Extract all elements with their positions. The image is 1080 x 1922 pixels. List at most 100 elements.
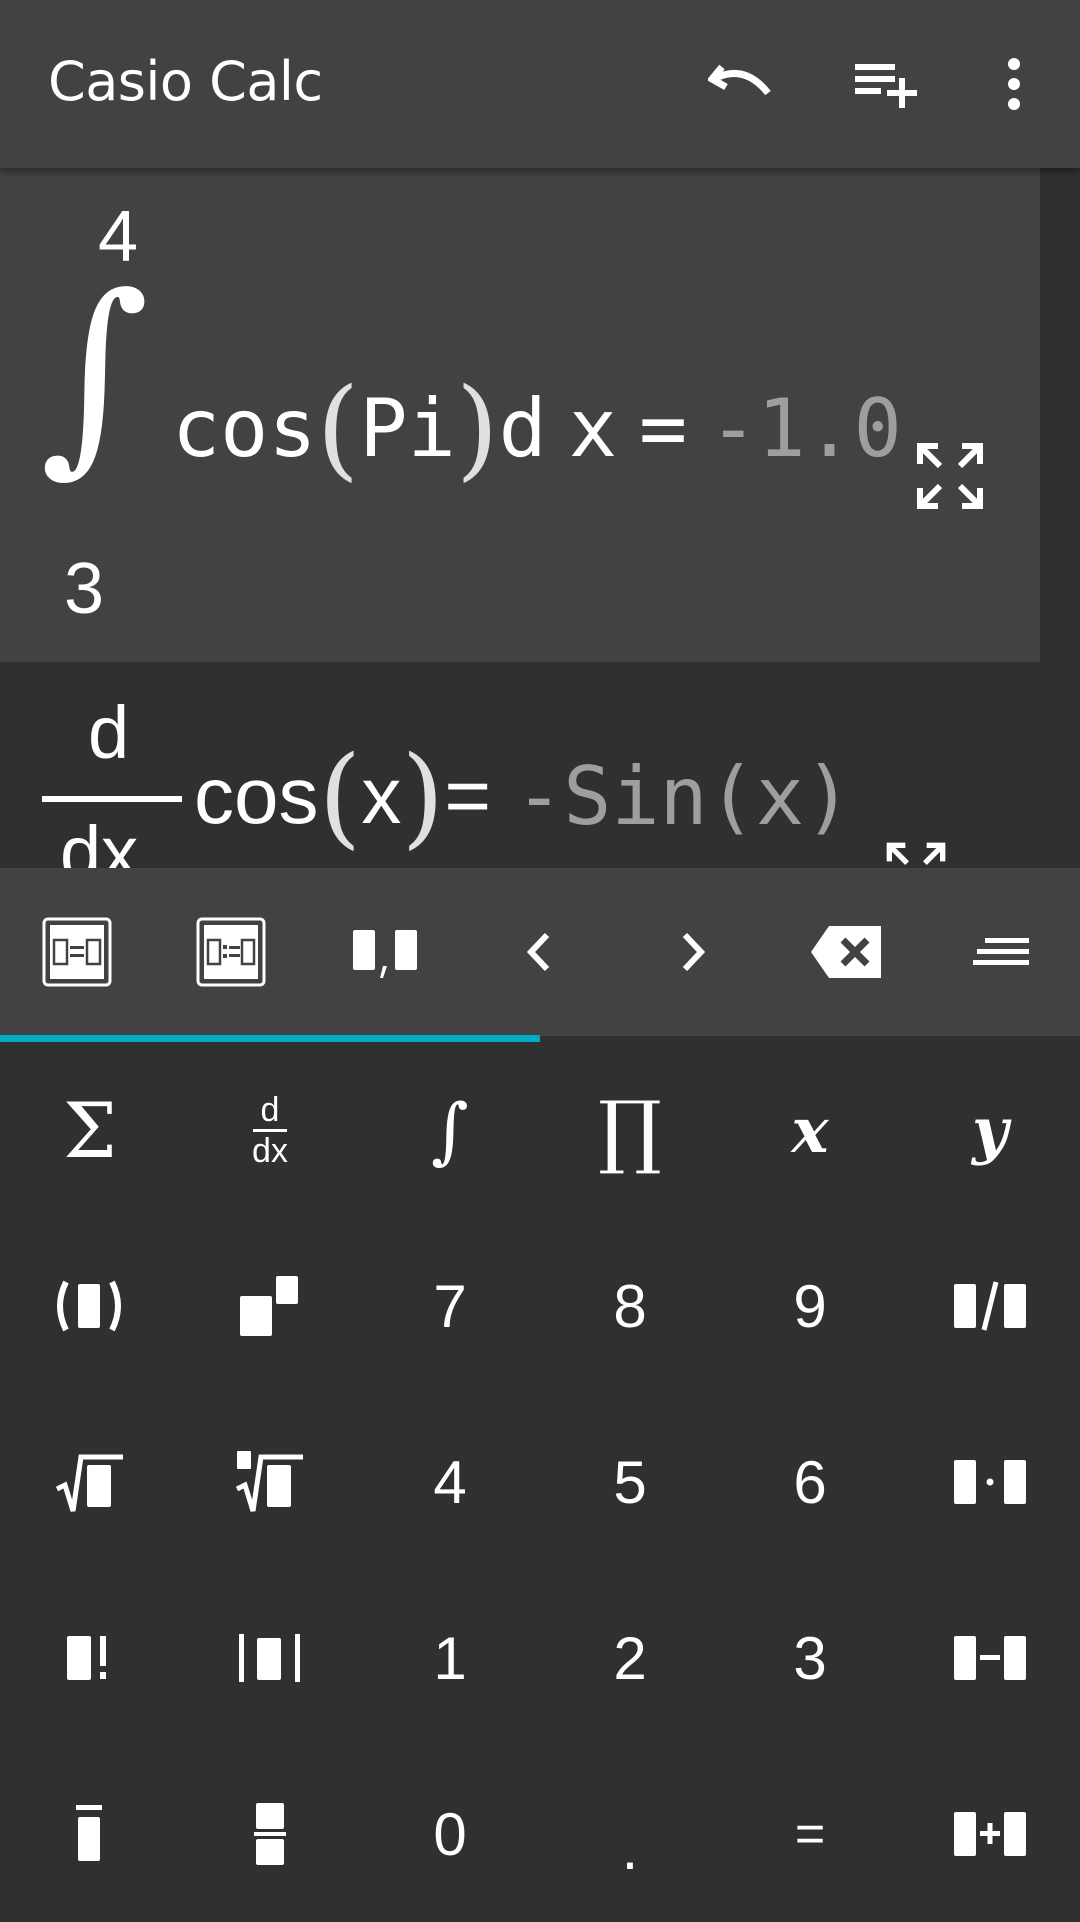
key-derivative[interactable]: d dx (180, 1042, 360, 1218)
digit-5: 5 (613, 1448, 647, 1516)
derivative-function: cos (194, 751, 319, 840)
key-equals[interactable]: = (720, 1746, 900, 1922)
multiply-icon (954, 1460, 1026, 1504)
equals-sign: = (444, 751, 492, 840)
product-symbol: ∏ (598, 1083, 662, 1177)
derivative-top: d (260, 1090, 280, 1129)
key-subtract[interactable] (900, 1570, 1080, 1746)
integral-sign: ∫ (40, 250, 150, 495)
key-4[interactable]: 4 (360, 1394, 540, 1570)
playlist-add-icon (855, 64, 917, 108)
key-parentheses[interactable] (0, 1218, 180, 1394)
cursor-left-button[interactable] (462, 868, 616, 1036)
key-integral[interactable]: ∫ (360, 1042, 540, 1218)
solve-equation-icon (42, 917, 112, 987)
key-7[interactable]: 7 (360, 1218, 540, 1394)
key-fraction[interactable] (180, 1746, 360, 1922)
integral-lower-limit: 3 (64, 549, 105, 629)
expand-button[interactable] (914, 440, 986, 512)
key-3[interactable]: 3 (720, 1570, 900, 1746)
parentheses-icon (57, 1280, 121, 1332)
key-product[interactable]: ∏ (540, 1042, 720, 1218)
define-equation-icon (196, 917, 266, 987)
history-list[interactable]: 4 ∫ 3 cos ( Pi ) d x = -1.0 d dx cos (x… (0, 168, 1080, 868)
factorial-icon (67, 1636, 106, 1680)
equals-sign: = (639, 381, 688, 475)
history-entry-derivative[interactable]: d dx cos ( x ) = -Sin(x) (0, 662, 1080, 868)
equals-symbol: = (794, 1805, 826, 1863)
app-title: Casio Calc (48, 50, 323, 113)
editor-toolbar (0, 868, 1080, 1036)
comma-button[interactable] (308, 868, 462, 1036)
more-vert-icon (1008, 58, 1020, 110)
derivative-symbol: d dx (252, 1093, 288, 1168)
digit-8: 8 (613, 1272, 647, 1340)
define-equation-button[interactable] (154, 868, 308, 1036)
key-2[interactable]: 2 (540, 1570, 720, 1746)
key-y[interactable]: y (900, 1042, 1080, 1218)
integrand-argument: Pi (359, 381, 456, 475)
derivative-result: -Sin(x) (515, 749, 853, 843)
key-divide[interactable] (900, 1218, 1080, 1394)
add-icon (954, 1812, 1026, 1856)
derivative-expression: cos ( x ) = -Sin(x) (194, 732, 853, 860)
key-dot[interactable]: . (540, 1746, 720, 1922)
backspace-button[interactable] (770, 868, 924, 1036)
digit-1: 1 (433, 1624, 467, 1692)
divide-icon (954, 1281, 1026, 1331)
integral-result: -1.0 (709, 381, 902, 475)
digit-6: 6 (793, 1448, 827, 1516)
key-multiply[interactable] (900, 1394, 1080, 1570)
history-entry-integral[interactable]: 4 ∫ 3 cos ( Pi ) d x = -1.0 (0, 168, 1040, 662)
add-line-button[interactable] (846, 44, 926, 124)
derivative-numerator: d (88, 691, 130, 774)
fraction-icon (254, 1803, 286, 1865)
absolute-value-icon (239, 1634, 300, 1682)
derivative-denominator: dx (60, 811, 139, 868)
key-absolute[interactable] (180, 1570, 360, 1746)
cursor-left-icon (526, 932, 550, 972)
decimal-point: . (621, 1814, 639, 1882)
power-icon (240, 1276, 298, 1336)
subtract-icon (954, 1636, 1026, 1680)
key-sqrt[interactable] (0, 1394, 180, 1570)
differential-var: x (568, 381, 618, 475)
x-variable: x (791, 1093, 829, 1167)
key-sum[interactable]: Σ (0, 1042, 180, 1218)
expand-icon (917, 443, 983, 509)
expand-button[interactable] (884, 840, 948, 868)
keypad: Σ d dx ∫ ∏ x y 7 8 9 4 5 6 1 2 3 0 . = (0, 1042, 1080, 1920)
key-9[interactable]: 9 (720, 1218, 900, 1394)
key-x[interactable]: x (720, 1042, 900, 1218)
nth-root-icon (235, 1451, 303, 1512)
key-6[interactable]: 6 (720, 1394, 900, 1570)
key-8[interactable]: 8 (540, 1218, 720, 1394)
key-power[interactable] (180, 1218, 360, 1394)
undo-button[interactable] (703, 44, 783, 124)
digit-3: 3 (793, 1624, 827, 1692)
sum-symbol: Σ (63, 1085, 117, 1175)
expand-icon (886, 842, 946, 865)
key-factorial[interactable] (0, 1570, 180, 1746)
key-add[interactable] (900, 1746, 1080, 1922)
key-overline[interactable] (0, 1746, 180, 1922)
left-paren: ( (316, 364, 360, 492)
digit-9: 9 (793, 1272, 827, 1340)
left-paren: ( (318, 732, 362, 860)
y-variable: y (971, 1093, 1009, 1167)
solve-equation-button[interactable] (0, 868, 154, 1036)
fraction-bar (42, 796, 182, 802)
menu-lines-button[interactable] (924, 868, 1078, 1036)
overflow-menu-button[interactable] (974, 44, 1054, 124)
comma-separator-icon (353, 930, 417, 978)
cursor-right-button[interactable] (616, 868, 770, 1036)
undo-icon (708, 64, 771, 96)
integrand-function: cos (172, 381, 317, 475)
key-5[interactable]: 5 (540, 1394, 720, 1570)
derivative-argument: x (361, 751, 402, 840)
menu-lines-icon (973, 938, 1029, 965)
key-0[interactable]: 0 (360, 1746, 540, 1922)
key-1[interactable]: 1 (360, 1570, 540, 1746)
cursor-right-icon (682, 932, 706, 972)
key-nth-root[interactable] (180, 1394, 360, 1570)
